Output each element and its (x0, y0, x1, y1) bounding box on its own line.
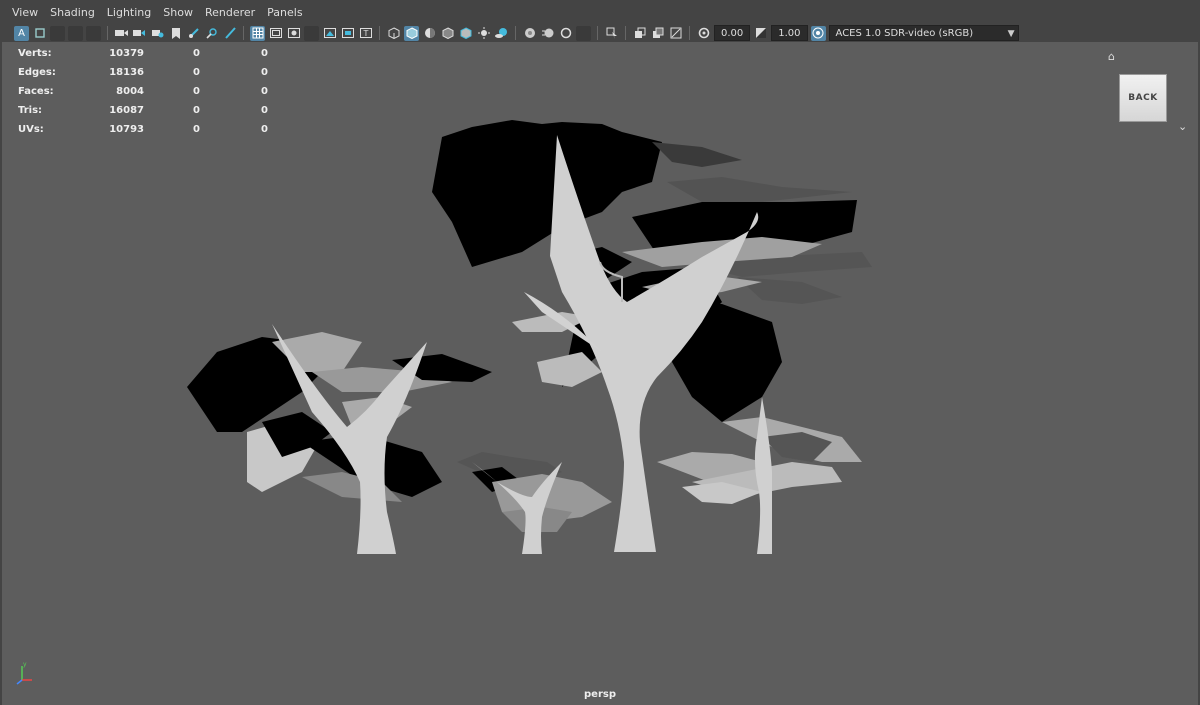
hud-poly-stats: Verts: 10379 0 0 Edges: 18136 0 0 Faces:… (18, 44, 268, 139)
menu-panels[interactable]: Panels (261, 0, 308, 24)
grease-pencil-icon[interactable] (132, 26, 147, 41)
select-camera-button[interactable]: A (14, 25, 29, 41)
zoom-icon[interactable] (204, 26, 219, 41)
tree-small (457, 452, 612, 554)
shadows-icon[interactable] (494, 26, 509, 41)
chevron-down-icon: ▼ (1007, 29, 1015, 39)
depth-of-field-icon[interactable] (576, 25, 591, 41)
wireframe-on-shaded-icon[interactable] (440, 26, 455, 41)
screen-space-ao-icon[interactable] (522, 26, 537, 41)
camera-attributes-icon[interactable] (50, 25, 65, 41)
xray-active-components-icon[interactable] (650, 26, 665, 41)
menu-shading[interactable]: Shading (44, 0, 101, 24)
pen-tool-icon[interactable] (222, 26, 237, 41)
home-icon[interactable]: ⌂ (1108, 50, 1120, 63)
resolution-gate-icon[interactable] (286, 26, 301, 41)
tree-right (657, 397, 862, 554)
viewcube-menu-chevron-icon[interactable]: ⌄ (1178, 120, 1190, 133)
stat-row-faces: Faces: 8004 0 0 (18, 86, 268, 97)
bookmark-icon[interactable] (168, 26, 183, 41)
stat-row-tris: Tris: 16087 0 0 (18, 105, 268, 116)
motion-blur-icon[interactable] (540, 26, 555, 41)
panel-menubar: View Shading Lighting Show Renderer Pane… (0, 0, 1200, 24)
perspective-viewport[interactable]: Verts: 10379 0 0 Edges: 18136 0 0 Faces:… (2, 42, 1198, 705)
camera-settings-icon[interactable] (150, 26, 165, 41)
film-gate-icon[interactable] (268, 26, 283, 41)
gamma-icon[interactable] (753, 26, 768, 41)
bookmarks-icon[interactable] (68, 25, 83, 41)
view-transform-value: ACES 1.0 SDR-video (sRGB) (835, 28, 974, 39)
field-chart-icon[interactable] (322, 26, 337, 41)
stat-row-uvs: UVs: 10793 0 0 (18, 124, 268, 135)
gamma-field[interactable]: 1.00 (771, 25, 808, 41)
lock-camera-icon[interactable] (32, 26, 47, 41)
stat-row-edges: Edges: 18136 0 0 (18, 67, 268, 78)
camera-name-label: persp (584, 689, 616, 700)
use-lights-icon[interactable] (476, 26, 491, 41)
exposure-icon[interactable] (696, 26, 711, 41)
menu-lighting[interactable]: Lighting (101, 0, 157, 24)
axis-gizmo-icon: y (16, 661, 32, 685)
safe-action-icon[interactable] (340, 26, 355, 41)
tree-left (187, 324, 492, 554)
menu-view[interactable]: View (6, 0, 44, 24)
safe-title-icon[interactable]: T (358, 26, 373, 41)
scene-trees (187, 120, 872, 554)
svg-text:y: y (23, 661, 27, 668)
xray-icon[interactable] (632, 26, 647, 41)
isolate-select-icon[interactable] (604, 26, 619, 41)
exposure-field[interactable]: 0.00 (714, 25, 751, 41)
anti-aliasing-icon[interactable] (558, 26, 573, 41)
color-management-icon[interactable] (810, 25, 826, 41)
smooth-shade-icon[interactable] (404, 25, 419, 41)
menu-show[interactable]: Show (157, 0, 199, 24)
svg-text:T: T (362, 29, 368, 38)
viewcube-back[interactable]: BACK (1119, 74, 1167, 122)
stat-row-verts: Verts: 10379 0 0 (18, 48, 268, 59)
gate-mask-icon[interactable] (304, 25, 319, 41)
grid-icon[interactable] (250, 25, 265, 41)
2d-pan-zoom-icon[interactable] (114, 26, 129, 41)
menu-renderer[interactable]: Renderer (199, 0, 261, 24)
default-material-icon[interactable] (422, 26, 437, 41)
pencil-icon[interactable] (186, 26, 201, 41)
wireframe-icon[interactable] (386, 26, 401, 41)
panel-toolbar: A T 0.00 1.00 ACES 1.0 SDR-video (sRGB) … (0, 24, 1200, 42)
textured-icon[interactable] (458, 26, 473, 41)
image-plane-icon[interactable] (86, 25, 101, 41)
xray-joints-icon[interactable] (668, 26, 683, 41)
view-transform-select[interactable]: ACES 1.0 SDR-video (sRGB) ▼ (828, 25, 1019, 41)
